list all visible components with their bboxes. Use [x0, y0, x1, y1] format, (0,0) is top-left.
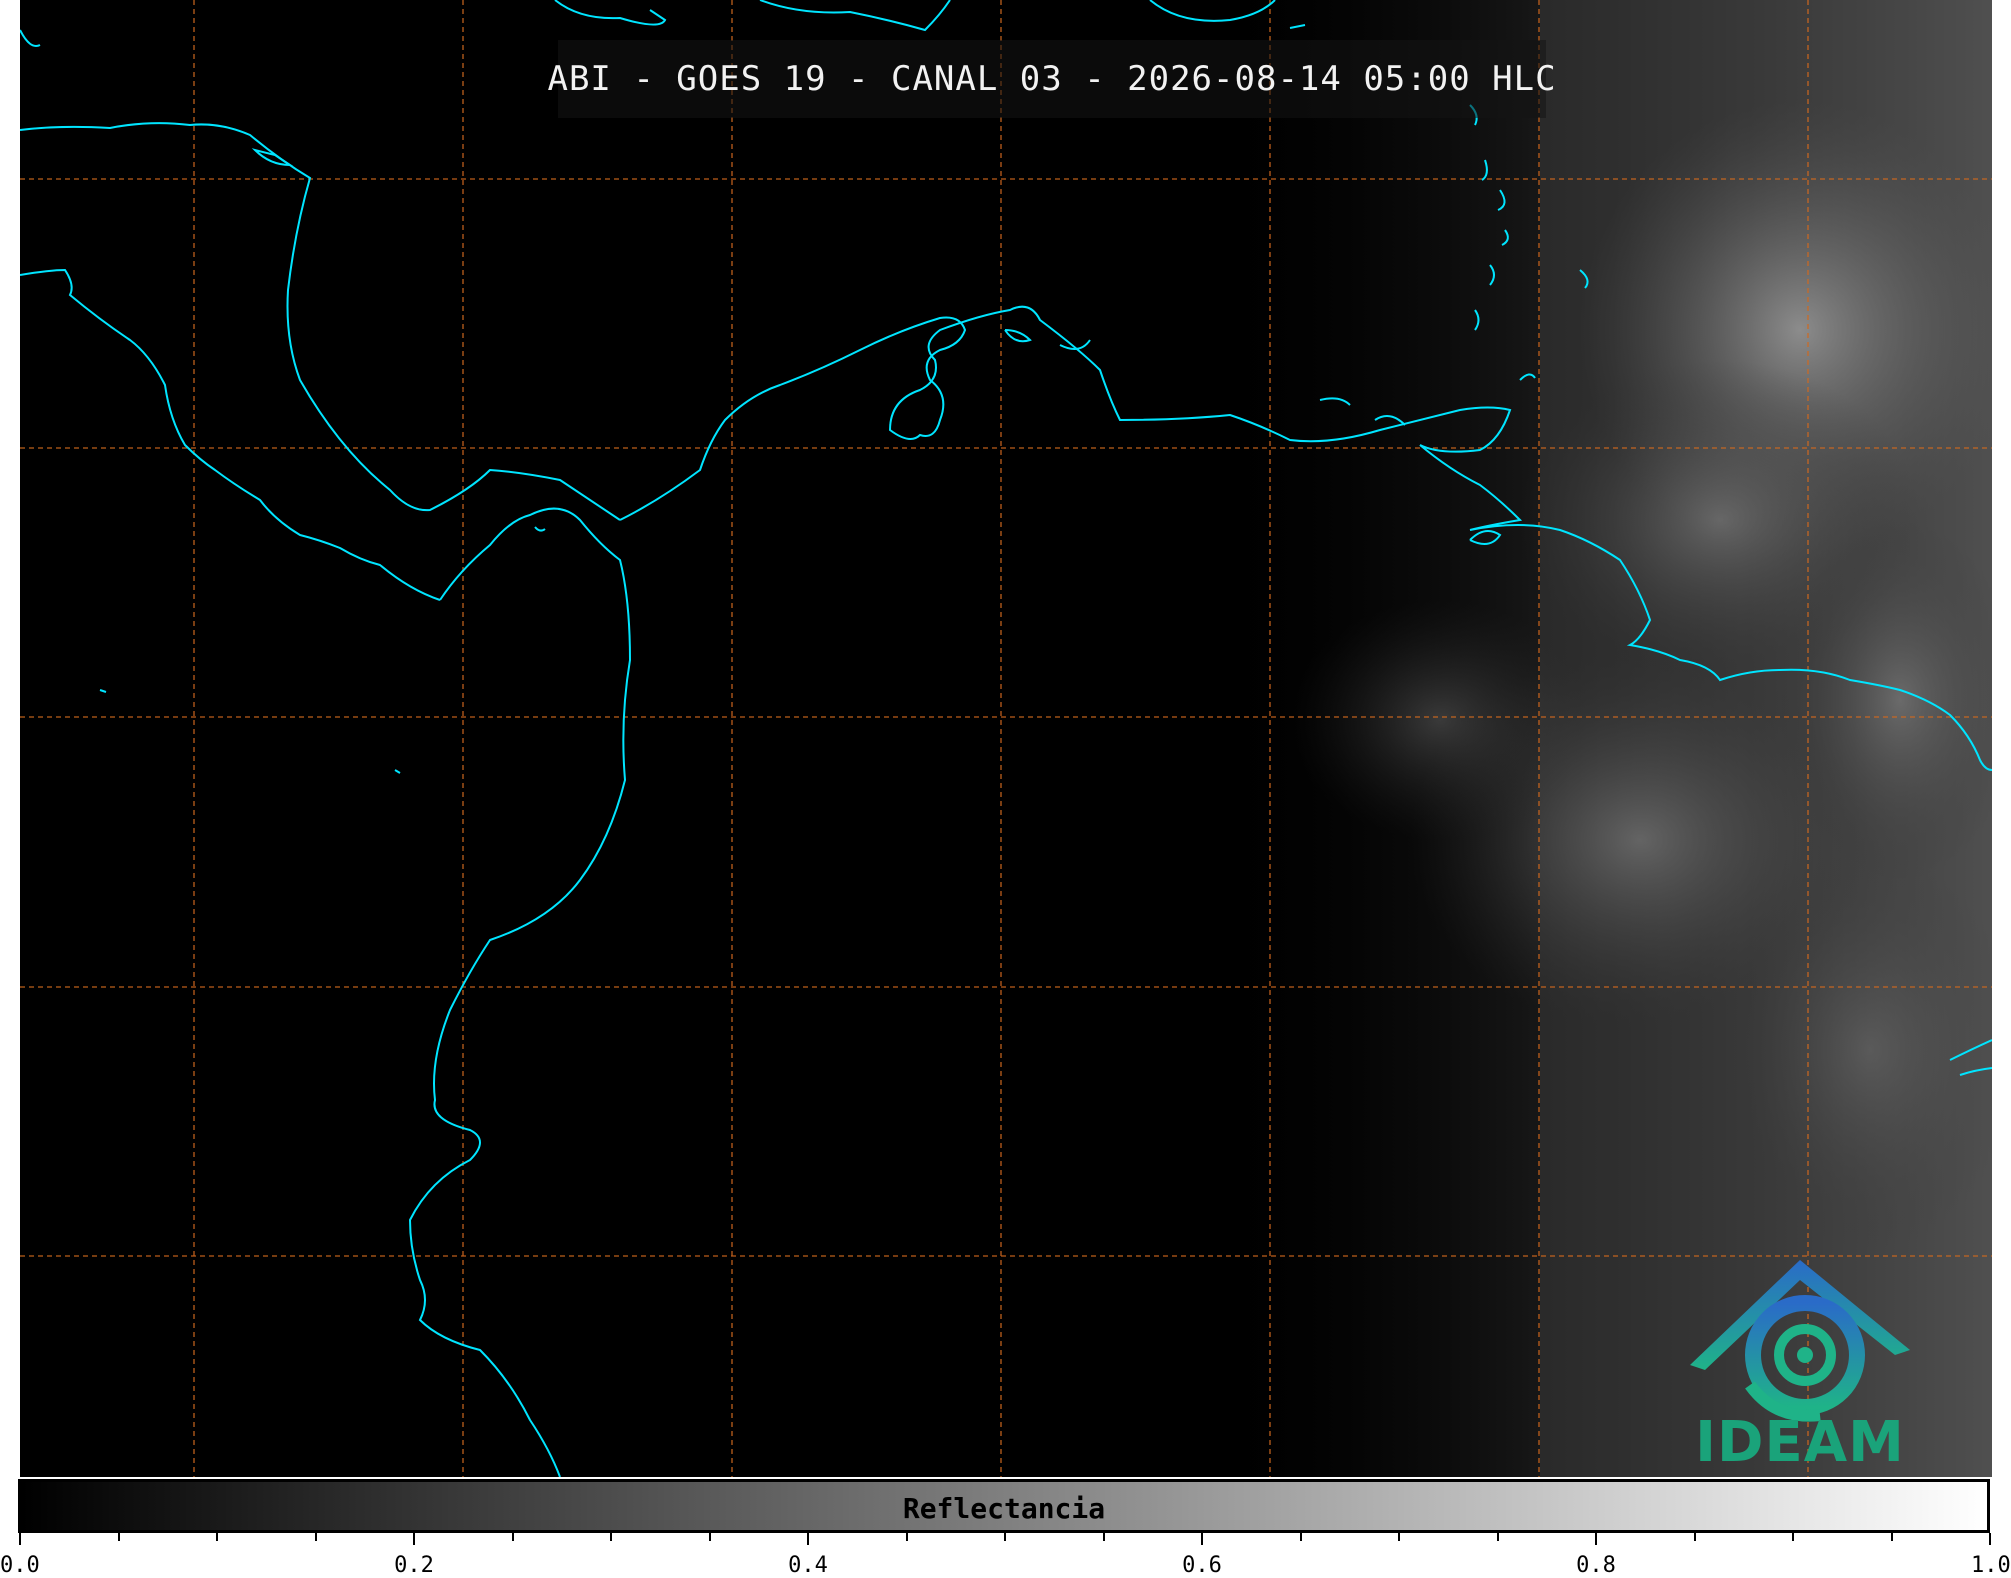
map-title: ABI - GOES 19 - CANAL 03 - 2026-08-14 05…	[547, 40, 1556, 118]
colorbar-tick	[1989, 1533, 1991, 1545]
colorbar-tick	[1299, 1533, 1302, 1541]
colorbar-tick	[610, 1533, 612, 1541]
colorbar-tick	[1102, 1533, 1105, 1541]
colorbar-tick-label: 0.4	[788, 1553, 828, 1578]
ideam-logo-text: IDEAM	[1695, 1410, 1905, 1475]
colorbar-tick	[413, 1533, 415, 1545]
colorbar-tick	[1890, 1533, 1893, 1541]
satellite-map: ABI - GOES 19 - CANAL 03 - 2026-08-14 05…	[20, 0, 1992, 1477]
colorbar-tick	[216, 1533, 218, 1541]
colorbar-tick	[905, 1533, 908, 1541]
colorbar-tick-label: 0.0	[0, 1553, 40, 1578]
ideam-logo: IDEAM	[1680, 1255, 1920, 1475]
colorbar-tick-label: 0.2	[394, 1553, 434, 1578]
colorbar-tick-label: 0.6	[1182, 1553, 1222, 1578]
colorbar-tick-label: 1.0	[1971, 1553, 2011, 1578]
colorbar-tick	[708, 1533, 711, 1541]
colorbar-tick	[1496, 1533, 1499, 1541]
colorbar-tick	[1595, 1533, 1597, 1545]
colorbar-tick	[1201, 1533, 1203, 1545]
colorbar-tick	[117, 1533, 120, 1541]
colorbar-tick	[314, 1533, 317, 1541]
colorbar-tick	[1792, 1533, 1794, 1541]
colorbar-tick	[807, 1533, 809, 1545]
colorbar-label: Reflectancia	[902, 1492, 1106, 1525]
colorbar-tick	[1004, 1533, 1006, 1541]
colorbar-tick	[1693, 1533, 1696, 1541]
reflectance-colorbar: Reflectancia	[18, 1479, 1990, 1533]
colorbar-tick-label: 0.8	[1576, 1553, 1616, 1578]
colorbar-tick	[19, 1533, 21, 1545]
colorbar-tick	[1398, 1533, 1400, 1541]
colorbar-tick	[511, 1533, 514, 1541]
ideam-logo-icon	[1690, 1260, 1910, 1422]
